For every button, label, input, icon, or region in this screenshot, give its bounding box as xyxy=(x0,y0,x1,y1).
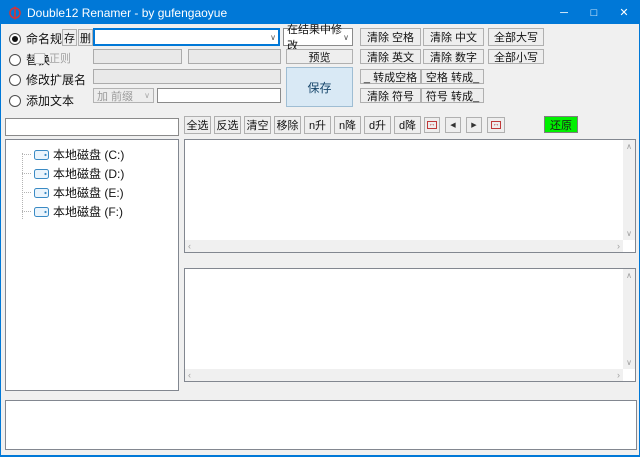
prefix-mode-value: 加 前缀 xyxy=(97,90,134,103)
tree-item-drive-d[interactable]: 本地磁盘 (D:) xyxy=(8,164,176,183)
radio-dot-checked xyxy=(9,32,21,45)
tree-item-drive-e[interactable]: 本地磁盘 (E:) xyxy=(8,183,176,202)
clear-symbol-button[interactable]: 清除 符号 xyxy=(360,88,421,103)
vertical-scrollbar[interactable]: ∧ ∨ xyxy=(623,269,635,369)
tree-rail xyxy=(22,153,23,219)
scroll-right-icon[interactable]: › xyxy=(617,241,620,251)
invert-selection-button[interactable]: 反选 xyxy=(214,116,241,134)
swap-columns-button-1[interactable]: ↔ xyxy=(424,117,440,133)
add-text-input[interactable] xyxy=(157,88,281,103)
right-triangle-icon: ▶ xyxy=(471,122,477,129)
date-sort-desc-button[interactable]: d降 xyxy=(394,116,421,134)
scroll-down-icon[interactable]: ∨ xyxy=(626,358,632,367)
checkbox-icon xyxy=(34,52,45,64)
lowercase-button[interactable]: 全部小写 xyxy=(488,49,544,64)
date-sort-asc-button[interactable]: d升 xyxy=(364,116,391,134)
name-sort-desc-button[interactable]: n降 xyxy=(334,116,361,134)
red-arrows-icon: ↔ xyxy=(427,121,437,129)
scroll-right-icon[interactable]: › xyxy=(617,370,620,380)
restore-button[interactable]: 还原 xyxy=(544,116,578,133)
close-button[interactable]: ✕ xyxy=(609,1,639,24)
maximize-button[interactable]: □ xyxy=(579,1,609,24)
uppercase-button[interactable]: 全部大写 xyxy=(488,28,544,46)
scroll-left-icon[interactable]: ‹ xyxy=(188,370,191,380)
clear-digits-button[interactable]: 清除 数字 xyxy=(423,49,484,64)
radio-dot xyxy=(9,94,21,107)
replace-to-input xyxy=(188,49,281,64)
move-right-button[interactable]: ▶ xyxy=(466,117,482,133)
replace-from-input xyxy=(93,49,182,64)
tree-item-label: 本地磁盘 (E:) xyxy=(53,186,124,200)
scroll-up-icon[interactable]: ∧ xyxy=(626,142,632,151)
app-logo-icon xyxy=(9,6,21,19)
drive-icon xyxy=(34,187,49,198)
drive-icon xyxy=(34,206,49,217)
symbol-to-underscore-button[interactable]: 符号 转成_ xyxy=(421,88,484,103)
remove-button[interactable]: 移除 xyxy=(274,116,301,134)
clear-list-button[interactable]: 清空 xyxy=(244,116,271,134)
path-input[interactable] xyxy=(5,118,179,136)
drive-tree-panel: 本地磁盘 (C:) 本地磁盘 (D:) 本地磁盘 (E:) 本地磁盘 (F:) xyxy=(5,139,179,391)
save-button[interactable]: 保存 xyxy=(286,67,353,107)
clear-space-button[interactable]: 清除 空格 xyxy=(360,28,421,46)
swap-columns-button-2[interactable]: ↔ xyxy=(487,117,505,133)
store-rule-button[interactable]: 存 xyxy=(62,29,77,46)
extension-input xyxy=(93,69,281,84)
regex-checkbox: 正则 xyxy=(34,50,71,66)
radio-add-text-label: 添加文本 xyxy=(26,94,75,108)
chevron-down-icon: ∨ xyxy=(343,32,349,42)
clear-english-button[interactable]: 清除 英文 xyxy=(360,49,421,64)
horizontal-scrollbar[interactable]: ‹ › xyxy=(185,369,623,381)
file-list-preview[interactable]: ∧ ∨ ‹ › xyxy=(184,268,636,382)
tree-item-label: 本地磁盘 (F:) xyxy=(53,205,123,219)
chevron-down-icon: ∨ xyxy=(270,32,276,42)
left-triangle-icon: ◀ xyxy=(450,122,456,129)
radio-change-extension-label: 修改扩展名 xyxy=(26,73,87,87)
clear-chinese-button[interactable]: 清除 中文 xyxy=(423,28,484,46)
app-window: Double12 Renamer - by gufengaoyue ─ □ ✕ … xyxy=(0,0,640,457)
radio-dot xyxy=(9,53,21,66)
radio-dot xyxy=(9,73,21,86)
red-arrows-icon: ↔ xyxy=(491,121,501,129)
minimize-button[interactable]: ─ xyxy=(549,1,579,24)
select-all-button[interactable]: 全选 xyxy=(184,116,211,134)
tree-item-drive-c[interactable]: 本地磁盘 (C:) xyxy=(8,145,176,164)
move-left-button[interactable]: ◀ xyxy=(445,117,461,133)
regex-checkbox-label: 正则 xyxy=(49,53,71,65)
radio-add-text[interactable]: 添加文本 xyxy=(9,92,74,109)
space-to-underscore-button[interactable]: 空格 转成_ xyxy=(421,69,484,84)
naming-rule-combobox[interactable]: ∨ xyxy=(93,28,280,46)
result-mode-dropdown[interactable]: 在结果中修改 ∨ xyxy=(283,24,353,52)
prefix-mode-dropdown: 加 前缀 ∨ xyxy=(93,88,154,103)
underscore-to-space-button[interactable]: _ 转成空格 xyxy=(360,69,421,84)
radio-change-extension[interactable]: 修改扩展名 xyxy=(9,71,86,88)
vertical-scrollbar[interactable]: ∧ ∨ xyxy=(623,140,635,240)
drive-tree: 本地磁盘 (C:) 本地磁盘 (D:) 本地磁盘 (E:) 本地磁盘 (F:) xyxy=(8,145,176,221)
delete-rule-button[interactable]: 删 xyxy=(78,29,93,46)
file-list-original[interactable]: ∧ ∨ ‹ › xyxy=(184,139,636,253)
chevron-down-icon: ∨ xyxy=(144,91,150,100)
drive-icon xyxy=(34,149,49,160)
scroll-left-icon[interactable]: ‹ xyxy=(188,241,191,251)
preview-button[interactable]: 预览 xyxy=(286,49,353,64)
status-log-box xyxy=(5,400,637,450)
tree-item-drive-f[interactable]: 本地磁盘 (F:) xyxy=(8,202,176,221)
tree-item-label: 本地磁盘 (D:) xyxy=(53,167,125,181)
scroll-up-icon[interactable]: ∧ xyxy=(626,271,632,280)
name-sort-asc-button[interactable]: n升 xyxy=(304,116,331,134)
tree-item-label: 本地磁盘 (C:) xyxy=(53,148,125,162)
scroll-down-icon[interactable]: ∨ xyxy=(626,229,632,238)
window-title: Double12 Renamer - by gufengaoyue xyxy=(27,5,228,20)
horizontal-scrollbar[interactable]: ‹ › xyxy=(185,240,623,252)
drive-icon xyxy=(34,168,49,179)
